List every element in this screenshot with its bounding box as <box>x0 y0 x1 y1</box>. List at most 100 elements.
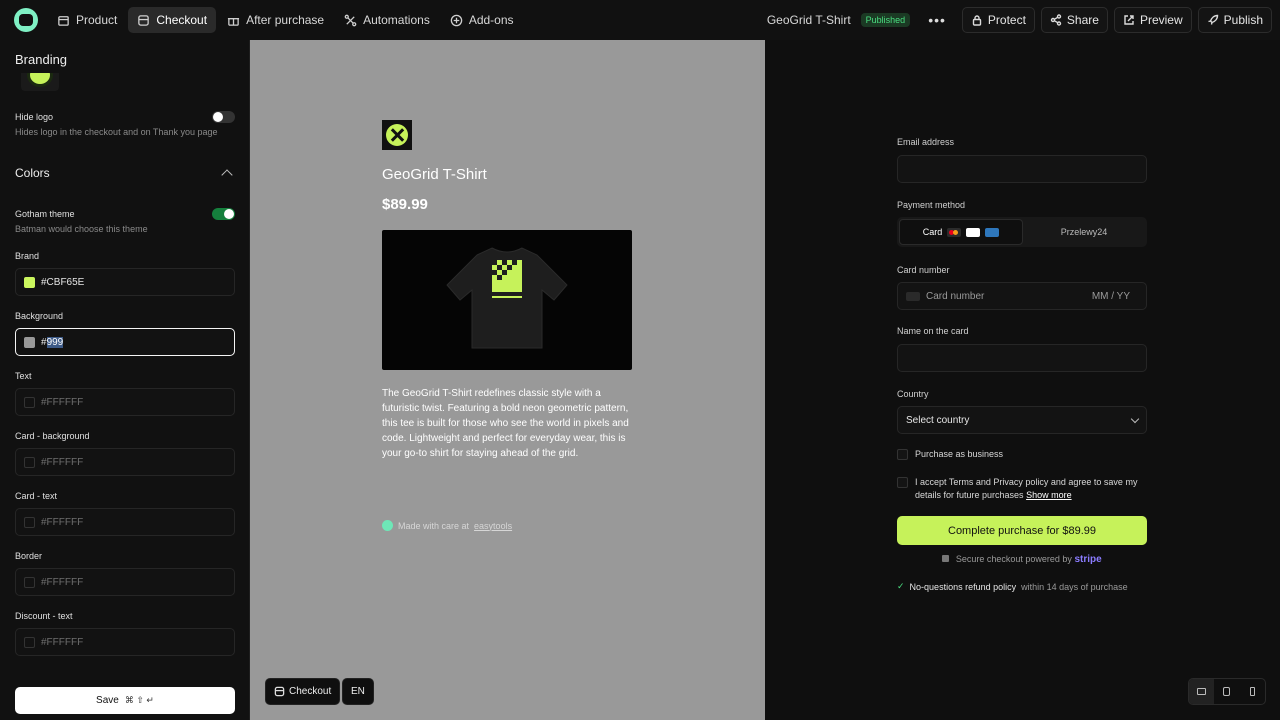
logo-thumbnail[interactable] <box>21 73 59 91</box>
card-number-placeholder: Card number <box>926 290 985 302</box>
checkout-form: Email address Payment method Card Przele… <box>765 40 1280 720</box>
card-background-field[interactable]: #FFFFFF <box>15 448 235 476</box>
status-badge: Published <box>860 13 911 27</box>
tab-checkout[interactable]: Checkout <box>128 7 217 33</box>
complete-purchase-label: Complete purchase for $89.99 <box>948 524 1096 537</box>
card-text-placeholder: #FFFFFF <box>41 516 84 528</box>
branding-sidebar: Branding Hide logo Hides logo in the che… <box>0 40 250 720</box>
tab-after-purchase[interactable]: After purchase <box>218 7 333 33</box>
checkout-view-button[interactable]: Checkout <box>265 678 341 705</box>
secure-text: Secure checkout powered by <box>955 554 1072 564</box>
tablet-view-button[interactable] <box>1214 679 1239 704</box>
discount-text-swatch[interactable] <box>24 636 35 648</box>
hide-logo-toggle[interactable] <box>212 111 235 123</box>
protect-button[interactable]: Protect <box>961 7 1035 33</box>
language-label: EN <box>351 686 365 697</box>
brand-color-label: Brand <box>15 251 40 261</box>
hide-logo-label: Hide logo <box>15 112 54 122</box>
amex-icon <box>985 227 1000 237</box>
background-color-value: #999 <box>41 336 64 348</box>
external-link-icon <box>1124 15 1134 25</box>
rocket-icon <box>1207 14 1218 25</box>
discount-text-placeholder: #FFFFFF <box>41 636 84 648</box>
check-icon: ✓ <box>897 581 905 591</box>
gift-icon <box>227 17 240 26</box>
discount-text-field[interactable]: #FFFFFF <box>15 628 235 656</box>
border-color-swatch[interactable] <box>24 576 35 588</box>
made-with-footer: Made with care at easytools <box>382 520 512 531</box>
terms-checkbox[interactable] <box>897 477 908 488</box>
brand-color-swatch[interactable] <box>24 276 35 288</box>
tshirt-image <box>446 247 568 349</box>
show-more-link[interactable]: Show more <box>1026 490 1072 500</box>
card-text-swatch[interactable] <box>24 516 35 528</box>
payment-tab-przelewy24[interactable]: Przelewy24 <box>1023 219 1145 245</box>
more-menu-button[interactable]: ••• <box>928 12 946 28</box>
preview-button[interactable]: Preview <box>1113 7 1192 33</box>
cart-icon <box>274 686 285 697</box>
box-icon <box>58 15 69 26</box>
share-label: Share <box>1066 13 1099 27</box>
tab-add-ons[interactable]: Add-ons <box>441 7 523 33</box>
email-field[interactable] <box>897 155 1147 183</box>
easytools-logo-icon <box>382 520 393 531</box>
payment-tab-card-label: Card <box>922 227 943 237</box>
background-color-field[interactable]: #999 <box>15 328 235 356</box>
payment-tab-przelewy24-label: Przelewy24 <box>1060 227 1108 237</box>
publish-button[interactable]: Publish <box>1197 7 1272 33</box>
gotham-theme-description: Batman would choose this theme <box>15 224 148 234</box>
language-button[interactable]: EN <box>342 678 374 705</box>
tab-automations[interactable]: Automations <box>335 7 439 33</box>
stripe-logo: stripe <box>1074 554 1102 565</box>
cart-icon <box>138 14 150 26</box>
save-button[interactable]: Save ⌘ ⇧ ↵ <box>15 687 235 714</box>
card-number-field[interactable]: Card number MM / YY <box>897 282 1147 310</box>
desktop-view-button[interactable] <box>1189 679 1215 704</box>
top-bar: Product Checkout After purchase Automati… <box>0 0 1280 40</box>
brand-color-value: #CBF65E <box>41 276 85 288</box>
border-color-field[interactable]: #FFFFFF <box>15 568 235 596</box>
name-on-card-field[interactable] <box>897 344 1147 372</box>
mobile-view-button[interactable] <box>1240 679 1265 704</box>
tab-after-purchase-label: After purchase <box>246 13 325 27</box>
payment-tab-card[interactable]: Card <box>899 219 1023 245</box>
payment-method-tabs: Card Przelewy24 <box>897 217 1147 247</box>
payment-method-label: Payment method <box>897 200 966 210</box>
automation-icon <box>344 14 357 26</box>
sidebar-title: Branding <box>15 52 68 67</box>
tablet-icon <box>1223 687 1231 696</box>
background-color-swatch[interactable] <box>24 336 35 348</box>
product-image <box>382 230 632 370</box>
gotham-theme-toggle[interactable] <box>212 208 235 220</box>
easytools-link[interactable]: easytools <box>474 521 512 531</box>
card-icon <box>906 291 920 301</box>
tab-product-label: Product <box>76 13 118 27</box>
card-text-label: Card - text <box>15 491 58 501</box>
chevron-up-icon[interactable] <box>221 169 233 181</box>
hide-logo-description: Hides logo in the checkout and on Thank … <box>15 127 218 137</box>
visa-icon <box>966 227 981 237</box>
made-with-text: Made with care at <box>398 520 470 531</box>
card-background-label: Card - background <box>15 431 90 441</box>
share-button[interactable]: Share <box>1040 7 1108 33</box>
card-background-swatch[interactable] <box>24 456 35 468</box>
text-color-swatch[interactable] <box>24 396 35 408</box>
country-select[interactable]: Select country <box>897 406 1147 434</box>
refund-policy: ✓ No-questions refund policy within 14 d… <box>897 581 1128 592</box>
gotham-theme-label: Gotham theme <box>15 209 75 219</box>
app-logo[interactable] <box>14 8 38 32</box>
device-switcher <box>1188 678 1266 705</box>
complete-purchase-button[interactable]: Complete purchase for $89.99 <box>897 516 1147 545</box>
text-color-label: Text <box>15 371 32 381</box>
product-description: The GeoGrid T-Shirt redefines classic st… <box>382 388 629 459</box>
card-text-field[interactable]: #FFFFFF <box>15 508 235 536</box>
mastercard-icon <box>947 227 962 237</box>
brand-color-field[interactable]: #CBF65E <box>15 268 235 296</box>
border-color-placeholder: #FFFFFF <box>41 576 84 588</box>
country-label: Country <box>897 389 929 399</box>
refund-policy-bold: No-questions refund policy <box>909 581 1017 592</box>
product-title: GeoGrid T-Shirt <box>382 166 487 183</box>
text-color-field[interactable]: #FFFFFF <box>15 388 235 416</box>
tab-product[interactable]: Product <box>48 7 126 33</box>
business-checkbox[interactable] <box>897 449 908 460</box>
